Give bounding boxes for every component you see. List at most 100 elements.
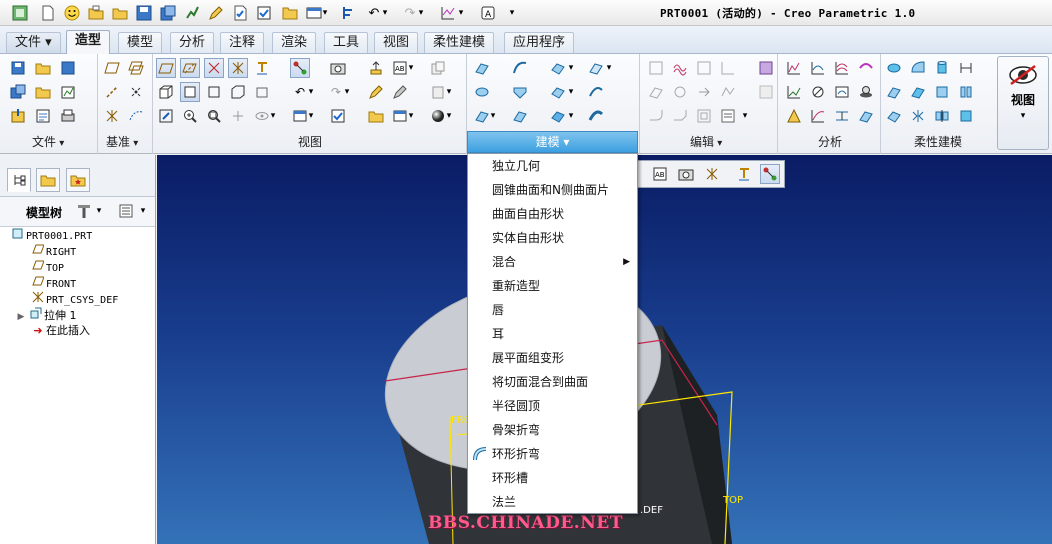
annotation-display-icon[interactable] (252, 58, 272, 78)
model-tree-icon[interactable] (10, 3, 30, 23)
tree-columns-icon[interactable] (116, 201, 136, 221)
tab-render[interactable]: 渲染 (272, 32, 317, 53)
copy-icon[interactable] (670, 82, 690, 102)
thicken-icon[interactable] (586, 106, 606, 126)
csys-display-icon[interactable] (228, 58, 248, 78)
tab-tools[interactable]: 工具 (324, 32, 369, 53)
axis-display-icon[interactable] (180, 58, 200, 78)
model-tree-title[interactable]: 模型树 (26, 204, 62, 221)
point-display-icon[interactable] (204, 58, 224, 78)
favorites-tab[interactable] (66, 168, 90, 192)
spin-center-icon[interactable] (760, 164, 780, 184)
menu-item-solid-free-form[interactable]: 实体自由形状 (468, 226, 637, 250)
reflection-icon[interactable] (832, 82, 852, 102)
chevron-down-icon[interactable]: ▾ (566, 106, 576, 126)
group-label-datum[interactable]: 基准 (106, 133, 138, 150)
shaded-icon[interactable] (156, 82, 176, 102)
menu-item-surface-free-form[interactable]: 曲面自由形状 (468, 202, 637, 226)
chevron-down-icon[interactable]: ▾ (138, 201, 148, 221)
deviation-icon[interactable] (856, 58, 876, 78)
menu-item-toroidal-bend[interactable]: 环形折弯 (468, 442, 637, 466)
shape-surface-icon[interactable] (884, 58, 904, 78)
fill-icon[interactable] (548, 106, 568, 126)
pattern-recognition-icon[interactable] (884, 106, 904, 126)
smiley-icon[interactable] (62, 3, 82, 23)
datum-axis-icon[interactable] (102, 82, 122, 102)
new-icon[interactable] (8, 58, 28, 78)
menu-item-ear[interactable]: 耳 (468, 322, 637, 346)
save-icon[interactable] (134, 3, 154, 23)
datum-plane-icon[interactable] (102, 58, 122, 78)
curvature-icon[interactable] (784, 58, 804, 78)
expand-arrow-icon[interactable]: ▶ (14, 309, 28, 325)
regenerate-icon[interactable] (338, 3, 358, 23)
folder-icon[interactable] (366, 106, 386, 126)
shadow-icon[interactable] (856, 82, 876, 102)
group-label-edit[interactable]: 编辑 (690, 133, 722, 150)
tab-style[interactable]: 造型 (66, 30, 111, 54)
customize-icon[interactable]: ▾ (506, 3, 518, 23)
group-label-file[interactable]: 文件 (32, 133, 64, 150)
plane-display-icon[interactable] (156, 58, 176, 78)
shaded-with-edges-icon[interactable] (180, 82, 200, 102)
no-hidden-icon[interactable] (252, 82, 272, 102)
datum-plane-set-icon[interactable] (126, 58, 146, 78)
tab-annotate[interactable]: 注释 (220, 32, 265, 53)
solidify-icon[interactable] (718, 58, 738, 78)
cylinder-icon[interactable] (932, 58, 952, 78)
menu-item-spinal-bend[interactable]: 骨架折弯 (468, 418, 637, 442)
chevron-down-icon[interactable]: ▾ (306, 106, 316, 126)
regenerate-icon[interactable] (182, 3, 202, 23)
shell-icon[interactable] (694, 106, 714, 126)
attach-icon[interactable] (956, 58, 976, 78)
saved-analysis-icon[interactable] (856, 106, 876, 126)
menu-item-lip[interactable]: 唇 (468, 298, 637, 322)
curve-icon[interactable] (510, 58, 530, 78)
chevron-down-icon[interactable]: ▾ (566, 58, 576, 78)
draft-analysis-icon[interactable] (784, 82, 804, 102)
regenerate-icon[interactable] (58, 82, 78, 102)
chevron-down-icon[interactable]: ▾ (488, 106, 498, 126)
datum-point-icon[interactable] (126, 82, 146, 102)
sketch-icon[interactable] (126, 106, 146, 126)
saved-views-icon[interactable] (676, 164, 696, 184)
save-copy-icon[interactable] (158, 3, 178, 23)
folder-icon[interactable] (33, 82, 53, 102)
spin-center-icon[interactable] (290, 58, 310, 78)
new-icon[interactable] (38, 3, 58, 23)
chevron-down-icon[interactable]: ▾ (320, 3, 330, 23)
checkbox-icon[interactable] (328, 106, 348, 126)
trim-icon[interactable] (548, 58, 568, 78)
menu-item-flatten-quilt[interactable]: 展平面组变形 (468, 346, 637, 370)
checkbox-icon[interactable] (230, 3, 250, 23)
menu-item-blend[interactable]: 混合 ▶ (468, 250, 637, 274)
merge-icon[interactable] (548, 82, 568, 102)
sweep-icon[interactable] (510, 82, 530, 102)
copy-icon[interactable] (428, 58, 448, 78)
tree-node-extrude[interactable]: ▶ 拉伸 1 (14, 307, 77, 323)
tab-model[interactable]: 模型 (118, 32, 163, 53)
chevron-down-icon[interactable]: ▾ (740, 106, 750, 126)
section-analysis-icon[interactable] (808, 58, 828, 78)
move-icon[interactable] (694, 82, 714, 102)
remove-surface-icon[interactable] (956, 106, 976, 126)
measure-icon[interactable] (832, 106, 852, 126)
feature-icon[interactable] (756, 82, 776, 102)
draft-icon[interactable] (718, 82, 738, 102)
zoom-out-icon[interactable] (204, 106, 224, 126)
tab-view[interactable]: 视图 (374, 32, 419, 53)
round-surface-icon[interactable] (908, 58, 928, 78)
chevron-down-icon[interactable]: ▾ (306, 82, 316, 102)
revolve-icon[interactable] (472, 82, 492, 102)
list-icon[interactable] (718, 106, 738, 126)
chevron-down-icon[interactable]: ▾ (406, 58, 416, 78)
folder-icon[interactable] (280, 3, 300, 23)
edit-icon[interactable] (366, 82, 386, 102)
chevron-down-icon[interactable]: ▾ (268, 106, 278, 126)
folder-open-icon[interactable] (110, 3, 130, 23)
pattern-icon[interactable] (694, 58, 714, 78)
annotation-display-icon[interactable] (734, 164, 754, 184)
folder-browser-tab[interactable] (36, 168, 60, 192)
menu-item-radius-dome[interactable]: 半径圆顶 (468, 394, 637, 418)
saved-views-icon[interactable] (328, 58, 348, 78)
